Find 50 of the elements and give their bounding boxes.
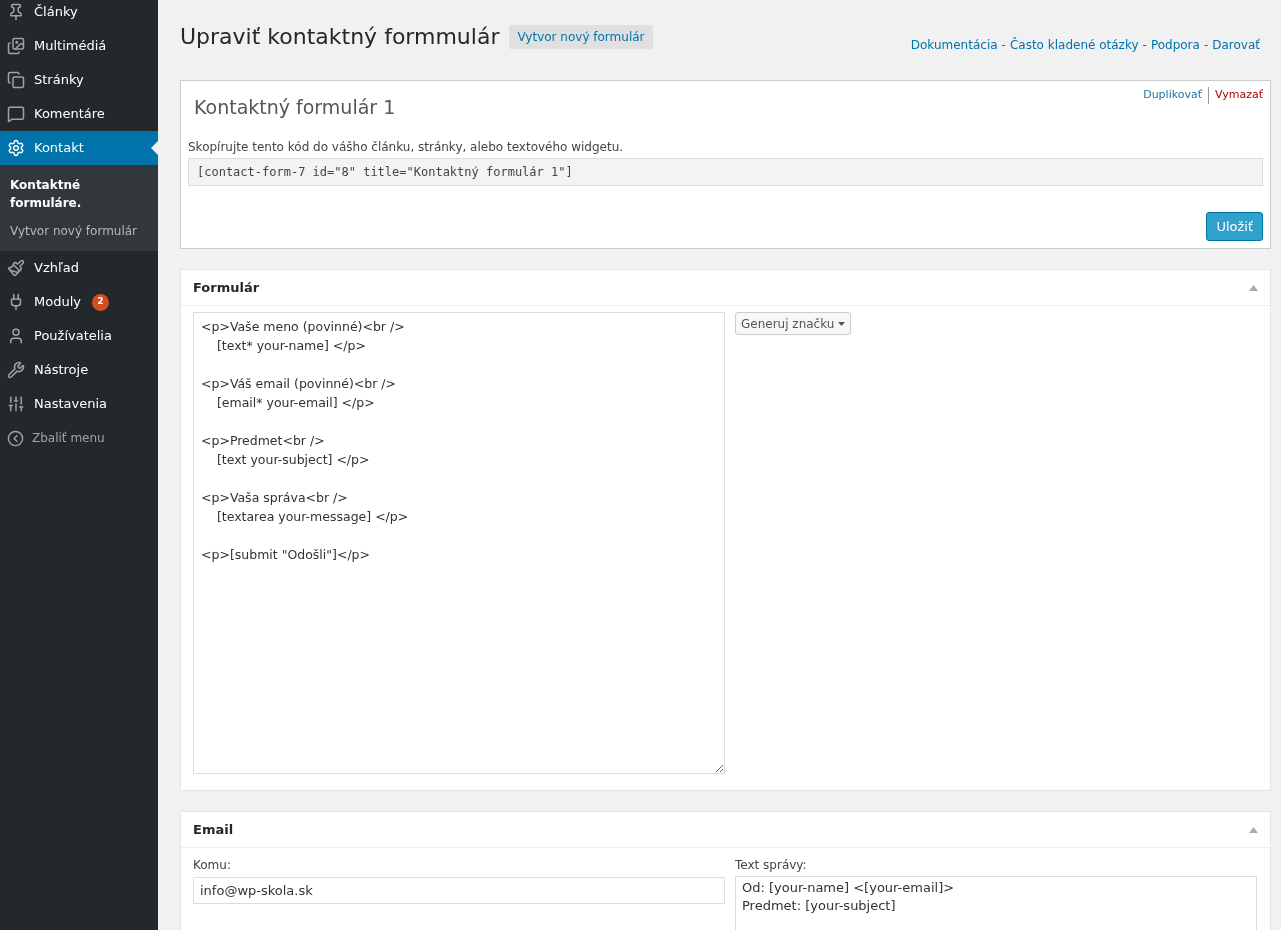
menu-item[interactable]: Články — [0, 0, 158, 29]
delete-link[interactable]: Vymazať — [1208, 87, 1263, 104]
menu-item[interactable]: Vzhľad — [0, 251, 158, 285]
current-pointer-icon — [151, 141, 158, 155]
menu-item[interactable]: Používatelia — [0, 319, 158, 353]
help-link[interactable]: Podpora — [1150, 36, 1200, 54]
link-separator: - — [1142, 37, 1147, 54]
duplicate-link[interactable]: Duplikovať — [1143, 87, 1209, 104]
panel-title: Formulár — [193, 278, 260, 297]
generate-tag-button[interactable]: Generuj značku — [735, 312, 852, 335]
recipient-field[interactable]: info@wp-skola.sk — [193, 877, 725, 904]
paintbrush-icon — [7, 259, 25, 277]
menu-item[interactable]: Kontakt — [0, 131, 158, 165]
person-icon — [7, 327, 25, 345]
shortcode-field[interactable]: [contact-form-7 id="8" title="Kontaktný formulár 1"] — [188, 157, 1263, 186]
menu-item[interactable]: Komentáre — [0, 97, 158, 131]
message-body-field[interactable]: Od: [your-name] <[your-email]> Predmet: [your-subject] — [735, 876, 1257, 930]
help-link[interactable]: Dokumentácia — [910, 36, 998, 54]
menu-item[interactable]: Nastavenia — [0, 387, 158, 421]
collapse-icon — [7, 429, 24, 447]
speech-bubble-icon — [7, 105, 25, 123]
caret-icon — [838, 321, 846, 326]
page-title: Upraviť kontaktný formmulár — [180, 23, 500, 51]
wrench-icon — [7, 361, 25, 379]
count-badge: 2 — [91, 293, 109, 311]
submenu-item[interactable]: Kontaktné formuláre. — [0, 171, 158, 217]
triangle-icon[interactable] — [1249, 826, 1258, 833]
field-label: Text správy: — [735, 857, 808, 874]
form-code-editor[interactable]: <p>Vaše meno (povinné)<br /> [text* your-name] </p> <p>Váš email (povinné)<br /> [email* your-email] </p> <p>Predmet<br /> [text your-subject] </p> <p>Vaša správa<br /> [textarea your-message] </p> <p>[submit "Odošli"]</p> — [193, 312, 725, 774]
images-icon — [7, 37, 25, 55]
help-link[interactable]: Často kladené otázky — [1009, 36, 1139, 54]
pin-icon — [7, 3, 25, 21]
menu-item[interactable]: Moduly 2 — [0, 285, 158, 319]
submenu-item[interactable]: Vytvor nový formulár — [0, 217, 158, 245]
panel-title: Email — [193, 820, 234, 839]
add-new-button[interactable]: Vytvor nový formulár — [509, 24, 653, 49]
link-separator: - — [1001, 37, 1006, 54]
pages-icon — [7, 71, 25, 89]
menu-item[interactable]: Multimédiá — [0, 29, 158, 63]
form-title: Kontaktný formulár 1 — [193, 95, 396, 120]
sliders-icon — [7, 395, 25, 413]
help-link[interactable]: Darovať — [1212, 36, 1260, 54]
settings-icon — [7, 139, 25, 157]
shortcode-hint: Skopírujte tento kód do vášho článku, stránky, alebo textového widgetu. — [188, 138, 625, 156]
menu-item[interactable]: Stránky — [0, 63, 158, 97]
link-separator: - — [1203, 37, 1209, 54]
collapse-menu-button[interactable]: Zbaliť menu — [0, 421, 158, 455]
field-label: Komu: — [193, 857, 232, 874]
triangle-icon[interactable] — [1249, 284, 1258, 291]
menu-item[interactable]: Nástroje — [0, 353, 158, 387]
